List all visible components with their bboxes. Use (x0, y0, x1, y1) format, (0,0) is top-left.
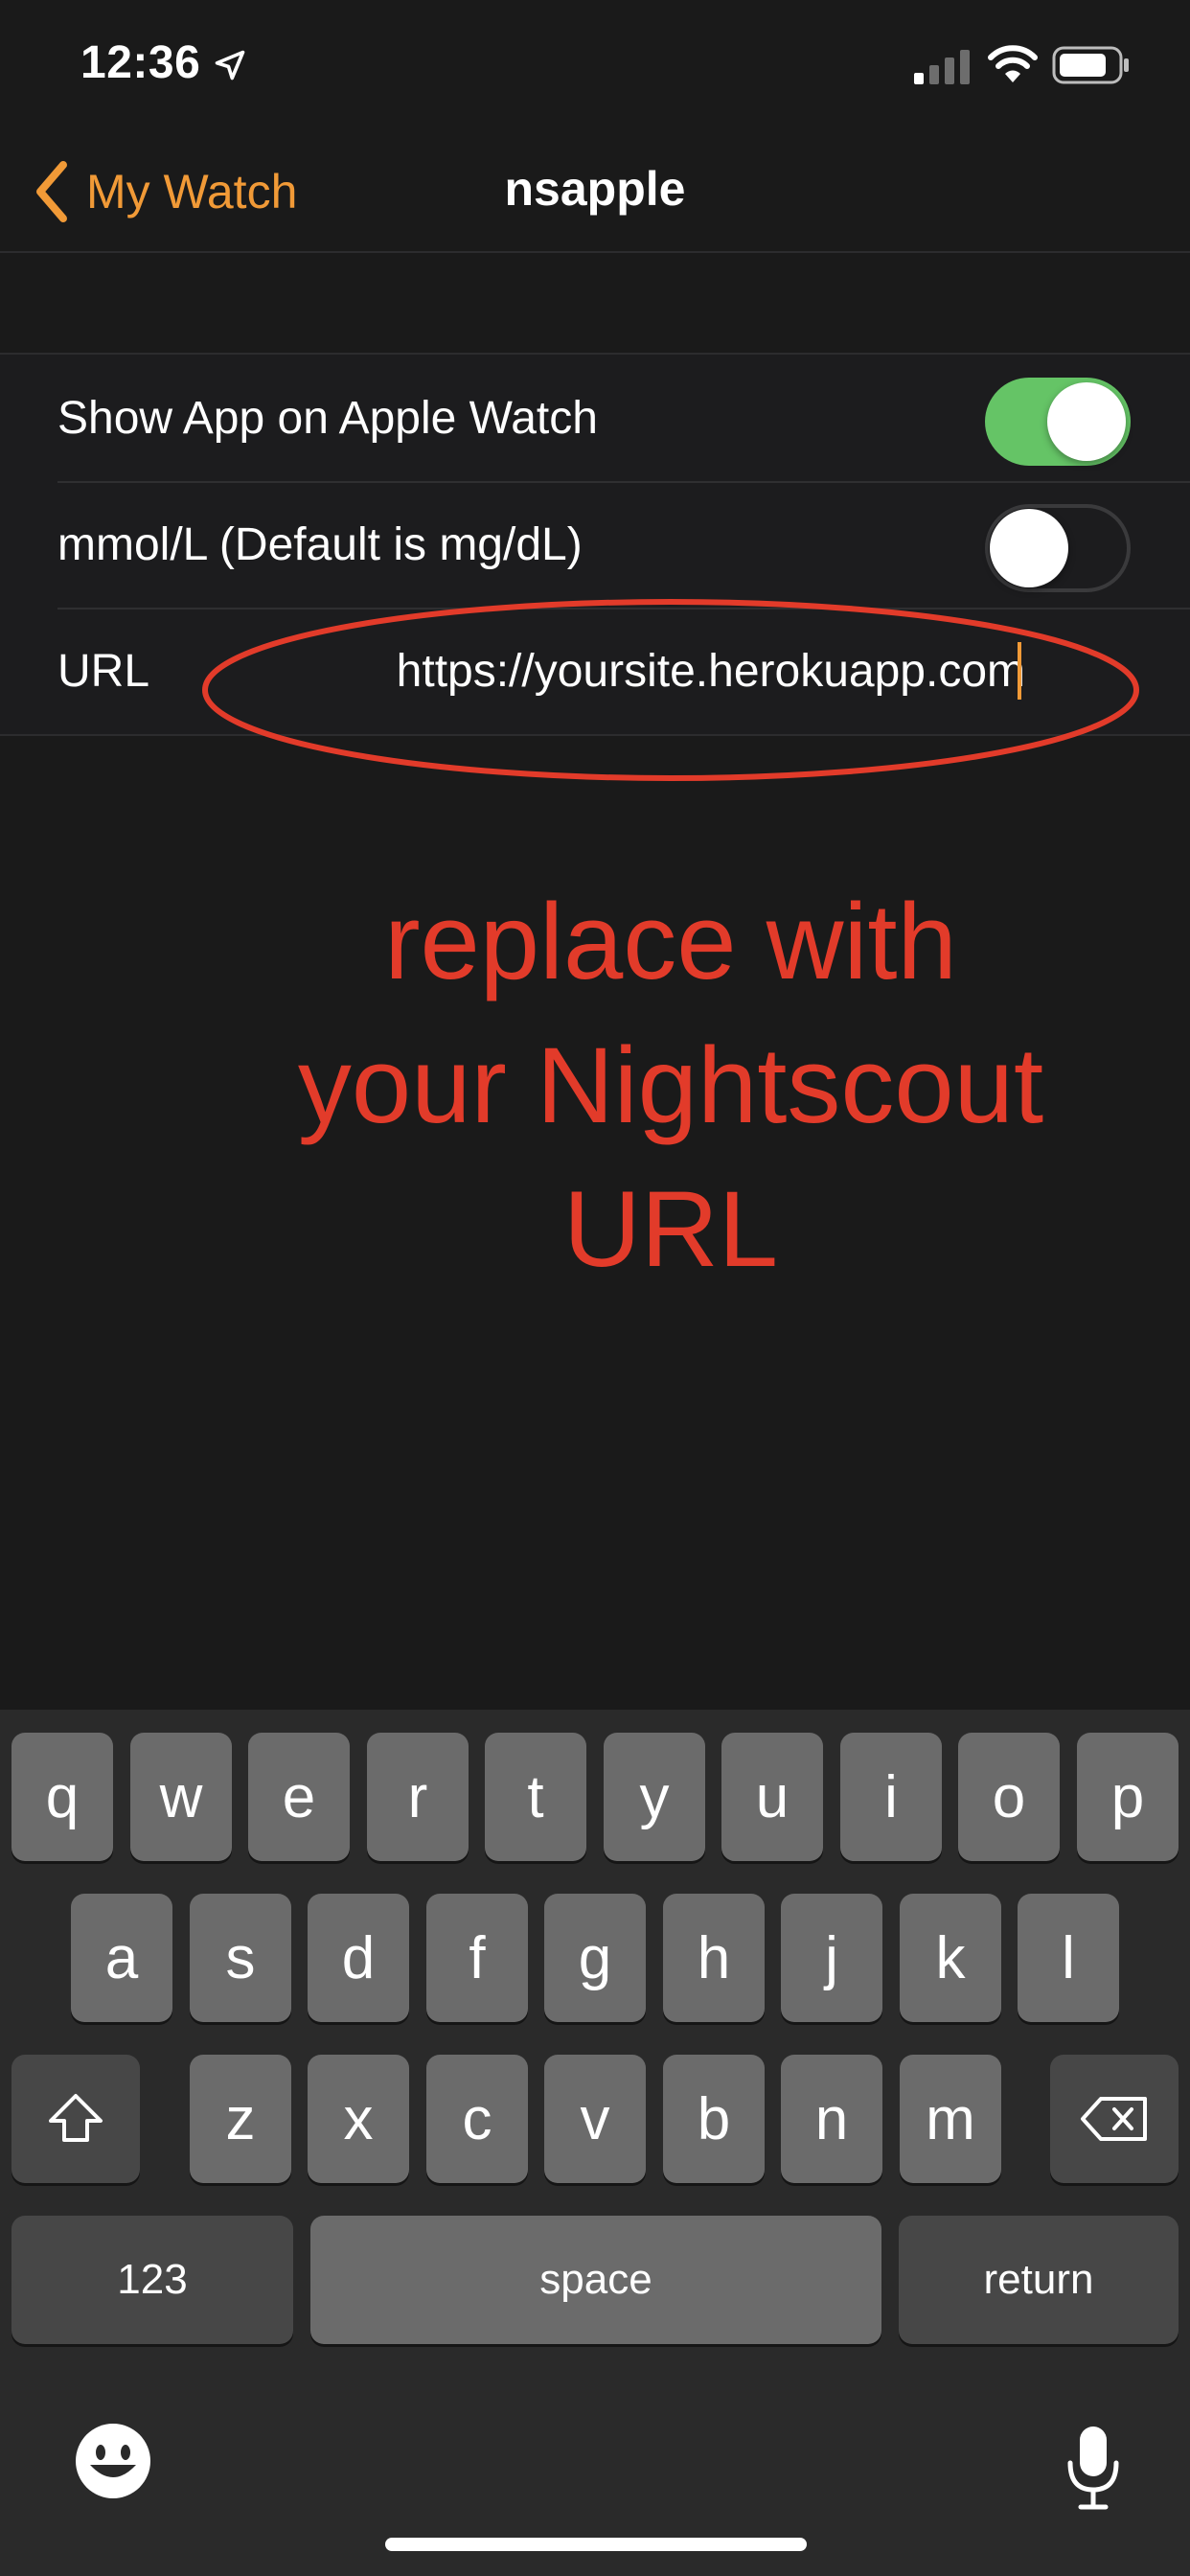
key-m[interactable]: m (900, 2055, 1001, 2183)
key-h[interactable]: h (663, 1894, 765, 2022)
toggle-knob (1047, 382, 1126, 461)
key-c[interactable]: c (426, 2055, 528, 2183)
key-u[interactable]: u (721, 1733, 823, 1861)
annotation-line-3: URL (562, 1169, 779, 1289)
keyboard: q w e r t y u i o p a s d f g h j k l z … (0, 1710, 1190, 2576)
key-x[interactable]: x (308, 2055, 409, 2183)
key-e[interactable]: e (248, 1733, 350, 1861)
wifi-icon (988, 45, 1038, 82)
key-y[interactable]: y (604, 1733, 705, 1861)
mmol-toggle[interactable] (985, 504, 1131, 592)
key-q[interactable]: q (11, 1733, 113, 1861)
show-app-label: Show App on Apple Watch (57, 392, 598, 444)
mmol-label: mmol/L (Default is mg/dL) (57, 518, 583, 570)
delete-key[interactable] (1050, 2055, 1179, 2183)
location-arrow-icon (215, 50, 245, 80)
navigation-bar: My Watch nsapple (0, 126, 1190, 253)
delete-backward-icon (1081, 2097, 1147, 2141)
key-o[interactable]: o (958, 1733, 1060, 1861)
cellular-signal-icon (914, 50, 970, 84)
key-r[interactable]: r (367, 1733, 469, 1861)
key-s[interactable]: s (190, 1894, 291, 2022)
key-k[interactable]: k (900, 1894, 1001, 2022)
status-time: 12:36 (80, 37, 201, 88)
key-a[interactable]: a (71, 1894, 172, 2022)
annotation-ellipse (202, 599, 1139, 781)
return-key[interactable]: return (899, 2216, 1179, 2344)
status-bar: 12:36 (0, 0, 1190, 126)
toggle-knob (990, 509, 1068, 587)
key-w[interactable]: w (130, 1733, 232, 1861)
key-n[interactable]: n (781, 2055, 882, 2183)
show-app-row: Show App on Apple Watch (0, 355, 1190, 481)
key-j[interactable]: j (781, 1894, 882, 2022)
key-p[interactable]: p (1077, 1733, 1179, 1861)
screen: 12:36 My Watch nsapple Show App on Apple… (0, 0, 1190, 2576)
emoji-icon (76, 2424, 150, 2498)
key-l[interactable]: l (1018, 1894, 1119, 2022)
home-indicator[interactable] (385, 2538, 807, 2551)
page-title: nsapple (504, 162, 686, 216)
key-v[interactable]: v (544, 2055, 646, 2183)
key-b[interactable]: b (663, 2055, 765, 2183)
key-f[interactable]: f (426, 1894, 528, 2022)
microphone-icon (1067, 2426, 1119, 2510)
key-i[interactable]: i (840, 1733, 942, 1861)
show-app-toggle[interactable] (985, 378, 1131, 466)
annotation-line-1: replace with (384, 882, 957, 1001)
key-g[interactable]: g (544, 1894, 646, 2022)
space-key[interactable]: space (310, 2216, 881, 2344)
key-t[interactable]: t (485, 1733, 586, 1861)
mmol-row: mmol/L (Default is mg/dL) (0, 481, 1190, 608)
url-label: URL (57, 645, 150, 697)
shift-icon (49, 2094, 103, 2142)
annotation-text: replace with your Nightscout URL (192, 870, 1150, 1301)
key-d[interactable]: d (308, 1894, 409, 2022)
annotation-line-2: your Nightscout (297, 1025, 1044, 1145)
dictation-button[interactable] (1065, 2425, 1121, 2511)
battery-icon (1052, 46, 1129, 84)
shift-key[interactable] (11, 2055, 140, 2183)
numbers-key[interactable]: 123 (11, 2216, 293, 2344)
emoji-button[interactable] (73, 2421, 153, 2501)
key-z[interactable]: z (190, 2055, 291, 2183)
